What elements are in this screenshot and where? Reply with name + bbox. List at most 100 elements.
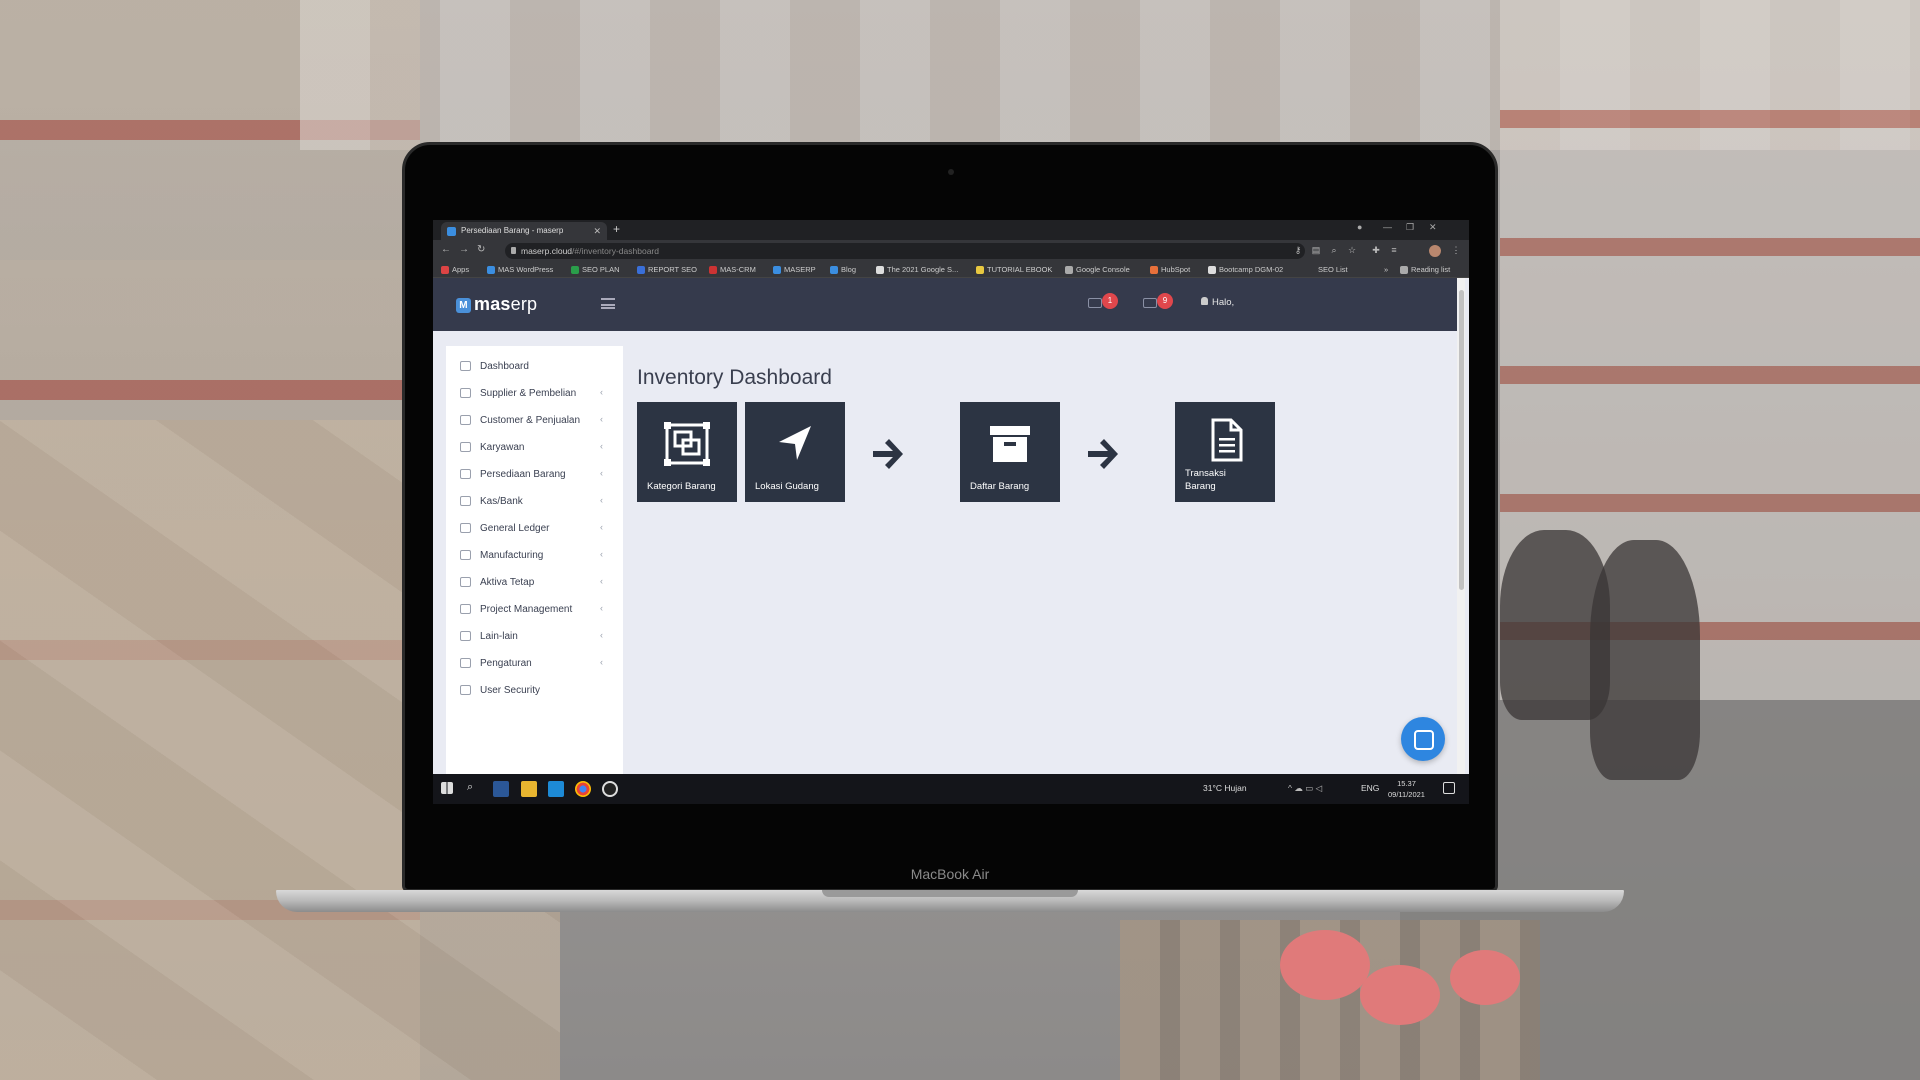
- bookmark-apps[interactable]: Apps: [441, 265, 469, 274]
- sidebar-item-project-management[interactable]: Project Management ‹: [446, 595, 623, 623]
- user-menu[interactable]: Halo,: [1201, 297, 1234, 308]
- chevron-left-icon: ‹: [600, 603, 603, 613]
- bookmark-seo-list[interactable]: SEO List: [1307, 265, 1348, 274]
- wallet-icon: [460, 496, 471, 506]
- sidebar-item-dashboard[interactable]: Dashboard: [446, 352, 623, 380]
- sidebar-item-karyawan[interactable]: Karyawan ‹: [446, 433, 623, 461]
- search-icon[interactable]: ⌕: [467, 781, 483, 797]
- message-icon[interactable]: [1143, 298, 1157, 308]
- input-language[interactable]: ENG: [1361, 783, 1379, 793]
- star-icon[interactable]: ☆: [1347, 245, 1357, 255]
- weather-widget[interactable]: 31°C Hujan: [1203, 783, 1247, 793]
- bookmark-blog[interactable]: Blog: [830, 265, 856, 274]
- close-tab-icon[interactable]: ✕: [593, 222, 601, 240]
- menu-kebab-icon[interactable]: ⋮: [1451, 245, 1461, 255]
- tile-kategori-barang[interactable]: Kategori Barang: [637, 402, 737, 502]
- maserp-logo[interactable]: Mmaserp: [456, 294, 537, 315]
- sidebar-item-label: Karyawan: [480, 442, 525, 453]
- zoom-icon[interactable]: ⌕: [1329, 245, 1339, 255]
- tile-transaksi-barang[interactable]: Transaksi Barang: [1175, 402, 1275, 502]
- book-icon: [460, 523, 471, 533]
- restore-icon[interactable]: ❐: [1406, 222, 1414, 233]
- id-card-icon: [460, 442, 471, 452]
- sidebar-toggle-icon[interactable]: [601, 298, 615, 309]
- tile-label: Daftar Barang: [970, 481, 1030, 493]
- sidebar-item-general-ledger[interactable]: General Ledger ‹: [446, 514, 623, 542]
- profile-avatar[interactable]: [1429, 245, 1441, 257]
- factory-icon: [460, 550, 471, 560]
- back-icon[interactable]: ←: [441, 244, 451, 255]
- sidebar-item-manufacturing[interactable]: Manufacturing ‹: [446, 541, 623, 569]
- gear-icon: [460, 658, 471, 668]
- forward-icon[interactable]: →: [459, 244, 469, 255]
- pen-app-icon[interactable]: [602, 781, 618, 797]
- bookmark-seo-plan[interactable]: SEO PLAN: [571, 265, 620, 274]
- system-tray-icons[interactable]: ^ ☁ ▭ ◁: [1288, 783, 1322, 794]
- chrome-app-icon[interactable]: [575, 781, 591, 797]
- chevron-left-icon: ‹: [600, 576, 603, 586]
- sidebar-item-pengaturan[interactable]: Pengaturan ‹: [446, 649, 623, 677]
- sidebar-item-label: Project Management: [480, 604, 573, 615]
- address-bar[interactable]: maserp.cloud/#/inventory-dashboard: [505, 243, 1305, 259]
- chevron-left-icon: ‹: [600, 630, 603, 640]
- app-header: Mmaserp 1 9 Halo,: [433, 278, 1457, 331]
- clipboard-icon: [460, 604, 471, 614]
- sidebar-item-aktiva-tetap[interactable]: Aktiva Tetap ‹: [446, 568, 623, 596]
- word-app-icon[interactable]: [493, 781, 509, 797]
- url-path: /#/inventory-dashboard: [572, 246, 659, 256]
- sidebar-item-lain-lain[interactable]: Lain-lain ‹: [446, 622, 623, 650]
- reading-list-icon[interactable]: ≡: [1389, 245, 1399, 255]
- greeting: Halo,: [1212, 297, 1235, 308]
- tile-daftar-barang[interactable]: Daftar Barang: [960, 402, 1060, 502]
- sidebar-item-persediaan-barang[interactable]: Persediaan Barang ‹: [446, 460, 623, 488]
- logo-suffix: erp: [510, 294, 538, 314]
- record-icon[interactable]: ●: [1357, 222, 1362, 232]
- translate-icon[interactable]: ▤: [1311, 245, 1321, 255]
- tile-label: Lokasi Gudang: [755, 481, 819, 493]
- reading-list-button[interactable]: Reading list: [1400, 265, 1450, 274]
- flow-arrow-icon: [873, 439, 903, 469]
- bookmark-hubspot[interactable]: HubSpot: [1150, 265, 1190, 274]
- browser-tab[interactable]: Persediaan Barang - maserp ✕: [441, 222, 607, 240]
- taskbar-clock[interactable]: 15.37 09/11/2021: [1388, 778, 1425, 800]
- reload-icon[interactable]: ↻: [477, 244, 485, 255]
- page-title: Inventory Dashboard: [637, 366, 832, 389]
- list-icon: [460, 631, 471, 641]
- chevron-left-icon: ‹: [600, 468, 603, 478]
- new-tab-button[interactable]: +: [613, 222, 620, 236]
- bookmark-google-console[interactable]: Google Console: [1065, 265, 1130, 274]
- sidebar-item-user-security[interactable]: User Security: [446, 676, 623, 704]
- mail-app-icon[interactable]: [548, 781, 564, 797]
- bookmark-bootcamp[interactable]: Bootcamp DGM-02: [1208, 265, 1283, 274]
- extensions-icon[interactable]: ✚: [1371, 245, 1381, 255]
- clock-time: 15.37: [1397, 779, 1416, 788]
- sidebar-item-customer-penjualan[interactable]: Customer & Penjualan ‹: [446, 406, 623, 434]
- file-explorer-icon[interactable]: [521, 781, 537, 797]
- sidebar-item-label: Aktiva Tetap: [480, 577, 535, 588]
- bookmark-maserp[interactable]: MASERP: [773, 265, 816, 274]
- minimize-icon[interactable]: —: [1383, 222, 1392, 232]
- sidebar-item-label: Manufacturing: [480, 550, 544, 561]
- close-window-icon[interactable]: ✕: [1429, 222, 1437, 233]
- bookmark-mas-crm[interactable]: MAS-CRM: [709, 265, 756, 274]
- action-center-icon[interactable]: [1443, 782, 1455, 794]
- sidebar-item-kas-bank[interactable]: Kas/Bank ‹: [446, 487, 623, 515]
- bookmark-report-seo[interactable]: REPORT SEO: [637, 265, 697, 274]
- chat-widget-button[interactable]: [1401, 717, 1445, 761]
- bookmark-google-2021[interactable]: The 2021 Google S...: [876, 265, 958, 274]
- page-scrollbar-thumb[interactable]: [1459, 290, 1464, 590]
- clock-date: 09/11/2021: [1388, 790, 1425, 799]
- device-label: MacBook Air: [910, 866, 990, 882]
- windows-start-icon[interactable]: [441, 782, 453, 794]
- bookmark-tutorial-ebook[interactable]: TUTORIAL EBOOK: [976, 265, 1052, 274]
- sidebar-item-supplier-pembelian[interactable]: Supplier & Pembelian ‹: [446, 379, 623, 407]
- bookmarks-overflow[interactable]: »: [1373, 265, 1388, 274]
- key-icon[interactable]: ⚷: [1293, 245, 1303, 255]
- chevron-left-icon: ‹: [600, 414, 603, 424]
- notification-icon[interactable]: [1088, 298, 1102, 308]
- tile-lokasi-gudang[interactable]: Lokasi Gudang: [745, 402, 845, 502]
- tab-title: Persediaan Barang - maserp: [461, 226, 564, 235]
- bookmark-mas-wordpress[interactable]: MAS WordPress: [487, 265, 553, 274]
- sidebar-item-label: Dashboard: [480, 361, 529, 372]
- webcam: [948, 169, 954, 175]
